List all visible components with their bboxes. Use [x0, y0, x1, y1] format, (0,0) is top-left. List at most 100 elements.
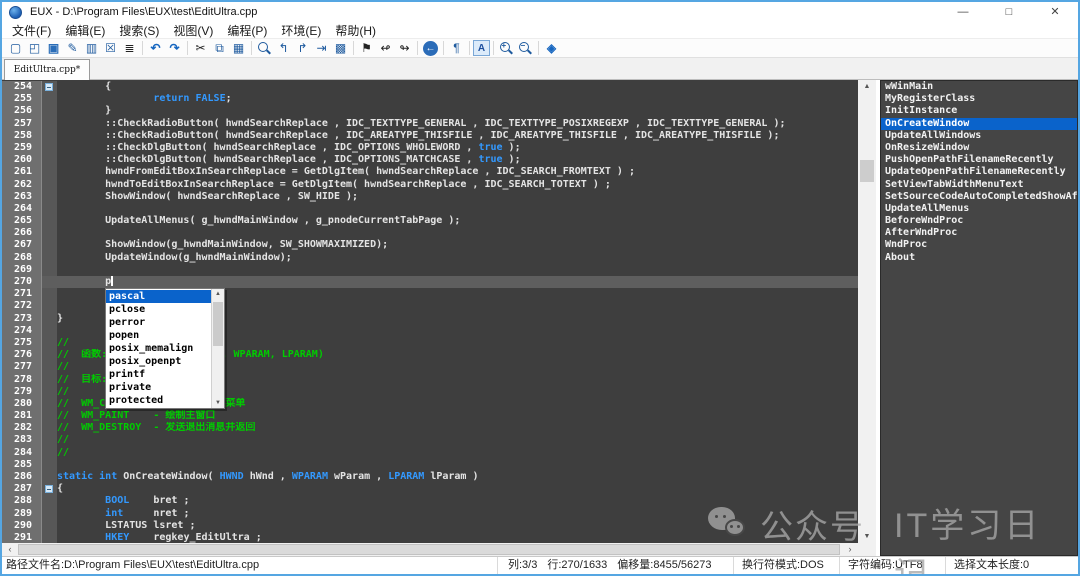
editor-vertical-scrollbar[interactable]: ▲ ▼ — [858, 80, 876, 543]
function-item-About[interactable]: About — [881, 252, 1077, 264]
function-item-BeforeWndProc[interactable]: BeforeWndProc — [881, 215, 1077, 227]
undo-icon[interactable]: ↶ — [146, 40, 165, 57]
code-line[interactable]: 283// — [2, 434, 858, 446]
scroll-right-icon[interactable]: › — [843, 543, 857, 556]
function-item-SetSourceCodeAutoCompletedShowAf[interactable]: SetSourceCodeAutoCompletedShowAf — [881, 191, 1077, 203]
syntax-highlight-icon[interactable]: A — [473, 40, 490, 56]
code-line[interactable]: 263 ShowWindow( hwndSearchReplace , SW_H… — [2, 191, 858, 203]
about-icon[interactable]: ◈ — [542, 40, 561, 57]
scroll-up-icon[interactable]: ▲ — [212, 291, 224, 297]
previous-bookmark-icon[interactable]: ↫ — [376, 40, 395, 57]
code-line[interactable]: 270 p — [2, 276, 858, 288]
code-line[interactable]: 259 ::CheckDlgButton( hwndSearchReplace … — [2, 142, 858, 154]
maximize-button[interactable]: □ — [986, 2, 1032, 22]
scroll-down-icon[interactable]: ▼ — [858, 533, 876, 540]
function-item-OnCreateWindow[interactable]: OnCreateWindow — [881, 118, 1077, 130]
find-icon[interactable] — [255, 40, 274, 57]
paste-icon[interactable]: ▦ — [229, 40, 248, 57]
new-file-icon[interactable]: ▢ — [6, 40, 25, 57]
menu-item-h[interactable]: 帮助(H) — [328, 22, 383, 39]
fold-icon[interactable] — [45, 83, 53, 91]
code-line[interactable]: 291 HKEY regkey_EditUltra ; — [2, 532, 858, 543]
fold-icon[interactable] — [45, 485, 53, 493]
scroll-up-icon[interactable]: ▲ — [858, 83, 876, 90]
function-item-UpdateAllWindows[interactable]: UpdateAllWindows — [881, 130, 1077, 142]
code-line[interactable]: 261 hwndFromEditBoxInSearchReplace = Get… — [2, 166, 858, 178]
code-line[interactable]: 255 return FALSE; — [2, 93, 858, 105]
code-line[interactable]: 260 ::CheckDlgButton( hwndSearchReplace … — [2, 154, 858, 166]
menu-item-f[interactable]: 文件(F) — [5, 22, 58, 39]
code-line[interactable]: 285 — [2, 459, 858, 471]
function-item-InitInstance[interactable]: InitInstance — [881, 105, 1077, 117]
code-line[interactable]: 281// WM_PAINT - 绘制主窗口 — [2, 410, 858, 422]
menu-item-s[interactable]: 搜索(S) — [112, 22, 166, 39]
autocomplete-item-posix_openpt[interactable]: posix_openpt — [106, 355, 211, 368]
code-line[interactable]: 289 int nret ; — [2, 508, 858, 520]
next-bookmark-icon[interactable]: ↬ — [395, 40, 414, 57]
function-item-UpdateOpenPathFilenameRecently[interactable]: UpdateOpenPathFilenameRecently — [881, 166, 1077, 178]
autocomplete-item-pascal[interactable]: pascal — [106, 290, 211, 303]
replace-icon[interactable]: ▩ — [331, 40, 350, 57]
function-item-UpdateAllMenus[interactable]: UpdateAllMenus — [881, 203, 1077, 215]
code-line[interactable]: 265 UpdateAllMenus( g_hwndMainWindow , g… — [2, 215, 858, 227]
copy-icon[interactable]: ⧉ — [210, 40, 229, 57]
open-file-icon[interactable]: ◰ — [25, 40, 44, 57]
scroll-down-icon[interactable]: ▼ — [212, 400, 224, 406]
line-endings-icon[interactable]: ¶ — [447, 40, 466, 57]
editor-horizontal-scrollbar[interactable]: ‹ › — [2, 543, 858, 556]
function-item-PushOpenPathFilenameRecently[interactable]: PushOpenPathFilenameRecently — [881, 154, 1077, 166]
goto-line-icon[interactable]: ⇥ — [312, 40, 331, 57]
scrollbar-thumb[interactable] — [18, 544, 840, 555]
save-as-icon[interactable]: ✎ — [63, 40, 82, 57]
menu-item-p[interactable]: 编程(P) — [220, 22, 274, 39]
function-item-OnResizeWindow[interactable]: OnResizeWindow — [881, 142, 1077, 154]
code-line[interactable]: 282// WM_DESTROY - 发送退出消息并返回 — [2, 422, 858, 434]
cut-icon[interactable]: ✂ — [191, 40, 210, 57]
code-line[interactable]: 264 — [2, 203, 858, 215]
code-line[interactable]: 269 — [2, 264, 858, 276]
code-line[interactable]: 258 ::CheckRadioButton( hwndSearchReplac… — [2, 130, 858, 142]
zoom-in-icon[interactable]: + — [497, 40, 516, 57]
autocomplete-item-protected[interactable]: protected — [106, 394, 211, 407]
bookmark-icon[interactable]: ⚑ — [357, 40, 376, 57]
function-item-AfterWndProc[interactable]: AfterWndProc — [881, 227, 1077, 239]
code-line[interactable]: 254 { — [2, 81, 858, 93]
function-item-WndProc[interactable]: WndProc — [881, 239, 1077, 251]
autocomplete-item-pclose[interactable]: pclose — [106, 303, 211, 316]
scroll-left-icon[interactable]: ‹ — [3, 543, 17, 556]
autocomplete-item-popen[interactable]: popen — [106, 329, 211, 342]
close-button[interactable]: ✕ — [1032, 2, 1078, 22]
tab-editultra-cpp[interactable]: EditUltra.cpp* — [4, 59, 90, 80]
code-line[interactable]: 257 ::CheckRadioButton( hwndSearchReplac… — [2, 118, 858, 130]
code-line[interactable]: 290 LSTATUS lsret ; — [2, 520, 858, 532]
find-next-icon[interactable]: ↱ — [293, 40, 312, 57]
code-line[interactable]: 262 hwndToEditBoxInSearchReplace = GetDl… — [2, 179, 858, 191]
autocomplete-item-perror[interactable]: perror — [106, 316, 211, 329]
file-list-icon[interactable]: ≣ — [120, 40, 139, 57]
scrollbar-thumb[interactable] — [213, 302, 223, 346]
save-copy-icon[interactable]: ▥ — [82, 40, 101, 57]
autocomplete-item-posix_memalign[interactable]: posix_memalign — [106, 342, 211, 355]
menu-item-e[interactable]: 编辑(E) — [58, 22, 112, 39]
navigate-back-icon[interactable]: ← — [423, 41, 438, 56]
autocomplete-item-printf[interactable]: printf — [106, 368, 211, 381]
code-line[interactable]: 266 — [2, 227, 858, 239]
function-item-MyRegisterClass[interactable]: MyRegisterClass — [881, 93, 1077, 105]
redo-icon[interactable]: ↷ — [165, 40, 184, 57]
zoom-out-icon[interactable]: − — [516, 40, 535, 57]
function-item-SetViewTabWidthMenuText[interactable]: SetViewTabWidthMenuText — [881, 179, 1077, 191]
code-line[interactable]: 288 BOOL bret ; — [2, 495, 858, 507]
code-line[interactable]: 256 } — [2, 105, 858, 117]
code-line[interactable]: 267 ShowWindow(g_hwndMainWindow, SW_SHOW… — [2, 239, 858, 251]
code-line[interactable]: 268 UpdateWindow(g_hwndMainWindow); — [2, 252, 858, 264]
autocomplete-item-private[interactable]: private — [106, 381, 211, 394]
minimize-button[interactable]: — — [940, 2, 986, 22]
code-line[interactable]: 287{ — [2, 483, 858, 495]
find-previous-icon[interactable]: ↰ — [274, 40, 293, 57]
menu-item-v[interactable]: 视图(V) — [166, 22, 220, 39]
autocomplete-scrollbar[interactable]: ▲ ▼ — [211, 289, 224, 408]
menu-item-e[interactable]: 环境(E) — [274, 22, 328, 39]
code-line[interactable]: 286static int OnCreateWindow( HWND hWnd … — [2, 471, 858, 483]
function-item-wWinMain[interactable]: wWinMain — [881, 81, 1077, 93]
save-icon[interactable]: ▣ — [44, 40, 63, 57]
